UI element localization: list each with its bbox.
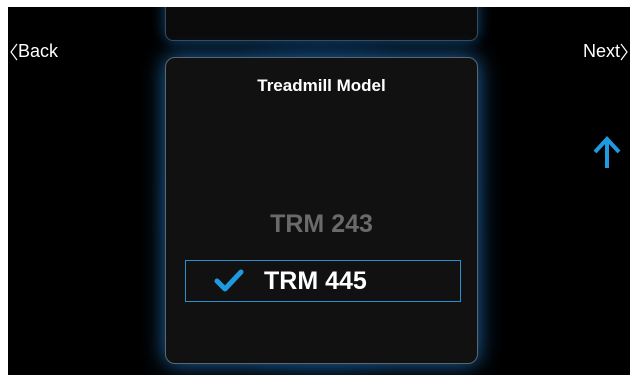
option-label: TRM 445: [264, 266, 367, 295]
back-button[interactable]: Back: [10, 41, 58, 62]
chevron-right-icon: [620, 43, 628, 60]
chevron-left-icon: [10, 43, 18, 60]
screen: Back Next Treadmill Model TRM 243 TRM 44…: [8, 7, 630, 375]
option-trm-243[interactable]: TRM 243: [166, 210, 477, 239]
arrow-up-icon[interactable]: [592, 135, 622, 171]
option-trm-445[interactable]: TRM 445: [185, 260, 461, 302]
checkmark-icon: [214, 269, 244, 292]
next-button[interactable]: Next: [583, 41, 628, 62]
previous-panel: [165, 7, 478, 41]
back-label: Back: [18, 41, 59, 61]
next-label: Next: [582, 41, 620, 61]
picker-title: Treadmill Model: [257, 76, 386, 95]
treadmill-model-picker: Treadmill Model TRM 243 TRM 445: [165, 57, 478, 364]
